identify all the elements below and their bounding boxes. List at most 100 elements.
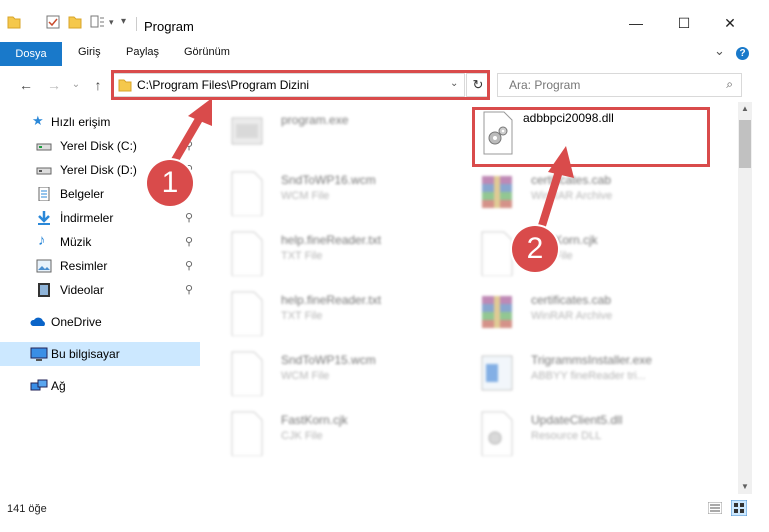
scroll-down-icon[interactable]: ▼ [738,480,752,494]
blank-file-icon [231,291,263,336]
file-name: help.fineReader.txt [281,293,382,307]
drive-icon [36,167,52,175]
sidebar-item-label: Bu bilgisayar [51,347,120,361]
sidebar-item-pictures[interactable]: Resimler ⚲ [0,254,200,278]
file-name: TrigrammsInstaller.exe [531,353,652,367]
file-name: SndToWP16.wcm [281,173,376,187]
file-item[interactable]: TrigrammsInstaller.exe ABBYY fineReader … [478,348,718,400]
file-item[interactable]: UpdateClient5.dll Resource DLL [478,408,718,460]
file-item[interactable]: FastKorn.cjk CJK File [228,408,468,460]
search-input[interactable]: Ara: Program [509,78,580,92]
file-name: UpdateClient5.dll [531,413,623,427]
winrar-icon [482,176,512,208]
quick-access-menu-icon[interactable]: ▾ [121,16,126,27]
title-separator [136,17,137,31]
file-item[interactable]: program.exe [228,108,468,160]
file-name: SndToWP15.wcm [281,353,376,367]
pin-icon[interactable]: ⚲ [185,283,193,296]
sidebar-item-downloads[interactable]: İndirmeler ⚲ [0,206,200,230]
tab-share[interactable]: Paylaş [126,46,159,58]
up-button[interactable]: ↑ [88,75,108,95]
item-count: 141 öğe [7,503,47,515]
sidebar-item-this-pc[interactable]: Bu bilgisayar [0,342,200,366]
sidebar-item-onedrive[interactable]: OneDrive [0,310,200,334]
scroll-up-icon[interactable]: ▲ [738,102,752,116]
status-bar: 141 öğe [0,494,769,524]
sidebar-item-label: Ağ [51,379,66,393]
pin-icon[interactable]: ⚲ [185,259,193,272]
blank-file-icon [231,171,263,216]
file-item[interactable]: help.fineReader.txt TXT File [228,228,468,280]
sidebar-item-music[interactable]: ♪ Müzik ⚲ [0,230,200,254]
file-name: certificates.cab [531,293,612,307]
downloads-icon [38,211,50,225]
onedrive-icon [30,317,45,326]
back-button[interactable]: ← [16,75,36,95]
folder-icon [7,16,21,29]
large-icons-view-icon[interactable] [731,500,747,516]
ribbon-expand-icon[interactable]: ⌄ [714,43,725,59]
recent-locations-button[interactable]: ⌄ [66,75,86,95]
properties-icon[interactable] [45,14,61,30]
title-bar: ▾ ▾ Program — ☐ ✕ [0,0,769,42]
computer-icon [30,347,48,361]
sidebar-item-label: Videolar [60,283,104,297]
file-type: Resource DLL [531,430,602,442]
pin-icon[interactable]: ⚲ [185,235,193,248]
maximize-button[interactable]: ☐ [674,14,694,32]
customize-quick-access-icon[interactable] [90,14,106,30]
drive-icon [36,143,52,151]
file-type: TXT File [281,250,323,262]
close-button[interactable]: ✕ [720,14,740,32]
file-type: ABBYY fineReader tri... [531,370,646,382]
sidebar-item-label: Belgeler [60,187,105,201]
forward-button[interactable]: → [44,75,64,95]
sidebar-item-network[interactable]: Ağ [0,374,200,398]
documents-icon [38,187,50,201]
dll-gear-icon [481,411,513,456]
file-type: TXT File [281,310,323,322]
search-icon[interactable]: ⌕ [726,77,733,92]
tab-home[interactable]: Giriş [78,46,101,58]
new-folder-icon[interactable] [68,14,82,30]
blank-file-icon [231,351,263,396]
pictures-icon [36,259,52,273]
pin-icon[interactable]: ⚲ [185,211,193,224]
help-icon[interactable]: ? [736,47,749,60]
sidebar-item-label: Yerel Disk (C:) [60,139,137,153]
blank-file-icon [231,411,263,456]
installer-icon [481,355,513,391]
minimize-button[interactable]: — [626,14,646,32]
sidebar-item-videos[interactable]: Videolar ⚲ [0,278,200,302]
separator [31,20,39,36]
details-view-icon[interactable] [708,502,722,514]
file-highlight-box [472,107,710,167]
winrar-icon [482,296,512,328]
search-box[interactable]: Ara: Program ⌕ [497,73,742,97]
file-name: program.exe [281,113,349,127]
file-type: WinRAR Archive [531,310,613,322]
tab-view[interactable]: Görünüm [184,46,230,58]
file-item[interactable]: SndToWP15.wcm WCM File [228,348,468,400]
file-item[interactable]: certificates.cab WinRAR Archive [478,288,718,340]
window-title: Program [144,19,194,34]
file-item[interactable]: certificates.cab WinRAR Archive [478,168,718,220]
star-icon: ★ [32,113,44,128]
annotation-badge-1: 1 [147,160,193,206]
annotation-badge-2: 2 [512,226,558,272]
file-item[interactable]: help.fineReader.txt TXT File [228,288,468,340]
file-name: help.fineReader.txt [281,233,382,247]
file-item[interactable]: SndToWP16.wcm WCM File [228,168,468,220]
sidebar-item-label: İndirmeler [60,211,114,225]
scroll-thumb[interactable] [739,120,751,168]
sidebar-item-label: Müzik [60,235,92,249]
exe-icon [231,117,263,145]
tab-file[interactable]: Dosya [0,42,62,66]
file-type: WCM File [281,370,330,382]
music-icon: ♪ [38,232,46,249]
file-type: WCM File [281,190,330,202]
sidebar-item-label: Yerel Disk (D:) [60,163,137,177]
sidebar-item-label: Hızlı erişim [51,115,111,129]
chevron-down-icon[interactable]: ▾ [109,17,114,28]
vertical-scrollbar[interactable]: ▲ ▼ [738,102,752,494]
